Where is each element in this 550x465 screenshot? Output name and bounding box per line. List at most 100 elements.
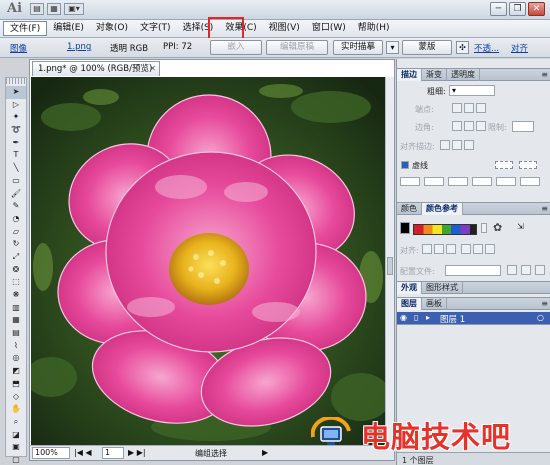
blend-tool-icon[interactable]: ◎ — [6, 352, 26, 365]
minimize-button[interactable]: ─ — [490, 2, 507, 16]
magic-wand-tool-icon[interactable]: ✦ — [6, 111, 26, 124]
line-tool-icon[interactable]: ╲ — [6, 162, 26, 175]
color-panel-menu-icon[interactable]: ≡ — [541, 203, 548, 214]
layers-panel-menu-icon[interactable]: ≡ — [541, 298, 548, 309]
align-top-icon[interactable] — [461, 244, 471, 254]
live-trace-button[interactable]: 实时描摹 — [333, 40, 383, 55]
dash-field-1[interactable] — [400, 177, 420, 186]
tab-graphic-styles[interactable]: 图形样式 — [422, 282, 463, 294]
bridge-icon[interactable]: ▤ — [30, 3, 44, 15]
image-label[interactable]: 图像 — [10, 42, 27, 54]
opacity-link[interactable]: 不透... — [474, 42, 499, 54]
tab-artboards[interactable]: 画板 — [422, 298, 447, 310]
dashed-checkbox[interactable] — [401, 161, 409, 169]
close-button[interactable]: ✕ — [528, 2, 545, 16]
color-harmony-ramp[interactable] — [413, 224, 477, 235]
artboard-tool-icon[interactable]: ⬒ — [6, 378, 26, 391]
menu-file[interactable]: 文件(F) — [3, 21, 48, 36]
mesh-tool-icon[interactable]: ▦ — [6, 314, 26, 327]
menu-type[interactable]: 文字(T) — [134, 21, 177, 36]
dash-field-3[interactable] — [496, 177, 516, 186]
edit-original-button[interactable]: 编辑原稿 — [266, 40, 328, 55]
tab-stroke[interactable]: 描边 — [397, 69, 422, 81]
preset-option-icon-3[interactable] — [535, 265, 545, 275]
artwork-canvas[interactable] — [31, 77, 385, 446]
preset-file-select[interactable] — [445, 265, 501, 276]
edit-colors-icon[interactable]: ⇲ — [517, 222, 524, 231]
miter-join-icon[interactable] — [452, 121, 462, 131]
weight-input[interactable]: ▾ — [449, 85, 495, 96]
dash-exact-icon[interactable] — [519, 161, 537, 169]
embed-button[interactable]: 嵌入 — [210, 40, 262, 55]
menu-object[interactable]: 对象(O) — [90, 21, 134, 36]
artboard-next-icon[interactable]: ▶ ▶| — [128, 448, 146, 457]
scale-tool-icon[interactable]: ⤢ — [6, 251, 26, 264]
color-wheel-icon[interactable]: ✿ — [493, 221, 502, 234]
column-graph-tool-icon[interactable]: ▥ — [6, 302, 26, 315]
restore-button[interactable]: ❐ — [509, 2, 526, 16]
screen-mode-tool-icon[interactable]: ▢ — [6, 454, 26, 465]
zoom-tool-icon[interactable]: ⌕ — [6, 416, 26, 429]
transform-icon[interactable]: ✣ — [456, 41, 469, 54]
eraser-tool-icon[interactable]: ▱ — [6, 226, 26, 239]
align-left-icon[interactable] — [422, 244, 432, 254]
round-join-icon[interactable] — [464, 121, 474, 131]
preset-option-icon-1[interactable] — [507, 265, 517, 275]
zoom-dropdown[interactable]: 100% — [32, 447, 70, 459]
lock-toggle-icon[interactable]: ▯ — [414, 313, 418, 322]
arrange-documents-icon[interactable]: ▦ — [47, 3, 61, 15]
align-right-icon[interactable] — [446, 244, 456, 254]
tab-color-guide[interactable]: 颜色参考 — [422, 203, 463, 215]
tab-appearance[interactable]: 外观 — [397, 282, 422, 294]
close-tab-icon[interactable]: ✕ — [149, 62, 156, 76]
trace-options-icon[interactable]: ▾ — [386, 41, 399, 54]
linked-filename[interactable]: 1.png — [67, 42, 91, 52]
square-cap-icon[interactable] — [476, 103, 486, 113]
blob-brush-tool-icon[interactable]: ◔ — [6, 213, 26, 226]
status-menu-icon[interactable]: ▶ — [262, 448, 268, 457]
gradient-tool-icon[interactable]: ▤ — [6, 327, 26, 340]
document-tab[interactable]: 1.png* @ 100% (RGB/预览) ✕ — [32, 61, 160, 76]
selection-tool-icon[interactable]: ➤ — [6, 86, 26, 99]
layer-target-icon[interactable]: ○ — [537, 313, 544, 322]
symbol-sprayer-tool-icon[interactable]: ❋ — [6, 289, 26, 302]
rectangle-tool-icon[interactable]: ▭ — [6, 175, 26, 188]
pencil-tool-icon[interactable]: ✎ — [6, 200, 26, 213]
dash-corner-icon[interactable] — [495, 161, 513, 169]
rotate-tool-icon[interactable]: ↻ — [6, 238, 26, 251]
artboard-number[interactable]: 1 — [102, 447, 124, 459]
layer-row[interactable]: ◉ ▯ ▸ 图层 1 ○ — [397, 312, 550, 325]
free-transform-tool-icon[interactable]: ⬚ — [6, 276, 26, 289]
slice-tool-icon[interactable]: ◇ — [6, 391, 26, 404]
vertical-scrollbar[interactable] — [385, 77, 394, 446]
toolbox-grip[interactable] — [6, 78, 26, 84]
fill-stroke-tool-icon[interactable]: ◪ — [6, 429, 26, 442]
gap-field-1[interactable] — [424, 177, 444, 186]
preset-option-icon-2[interactable] — [521, 265, 531, 275]
align-outside-icon[interactable] — [464, 140, 474, 150]
butt-cap-icon[interactable] — [452, 103, 462, 113]
align-hcenter-icon[interactable] — [434, 244, 444, 254]
pen-tool-icon[interactable]: ✒ — [6, 137, 26, 150]
gap-field-3[interactable] — [520, 177, 540, 186]
tab-layers[interactable]: 图层 — [397, 298, 422, 310]
lasso-tool-icon[interactable]: ➰ — [6, 124, 26, 137]
mask-button[interactable]: 蒙版 — [402, 40, 452, 55]
tab-color[interactable]: 颜色 — [397, 203, 422, 215]
gap-field-2[interactable] — [472, 177, 492, 186]
color-mode-tool-icon[interactable]: ▣ — [6, 441, 26, 454]
layer-name[interactable]: 图层 1 — [440, 313, 465, 325]
menu-help[interactable]: 帮助(H) — [352, 21, 396, 36]
tab-gradient[interactable]: 渐变 — [422, 69, 447, 81]
warp-tool-icon[interactable]: ❂ — [6, 264, 26, 277]
workspace-switcher[interactable]: ▣▾ — [64, 3, 84, 15]
harmony-dropdown-icon[interactable] — [481, 223, 487, 233]
align-inside-icon[interactable] — [452, 140, 462, 150]
tab-transparency[interactable]: 透明度 — [447, 69, 480, 81]
align-bottom-icon[interactable] — [485, 244, 495, 254]
align-vcenter-icon[interactable] — [473, 244, 483, 254]
eyedropper-tool-icon[interactable]: ⌇ — [6, 340, 26, 353]
bevel-join-icon[interactable] — [476, 121, 486, 131]
panel-menu-icon[interactable]: ≡ — [541, 69, 548, 80]
hand-tool-icon[interactable]: ✋ — [6, 403, 26, 416]
